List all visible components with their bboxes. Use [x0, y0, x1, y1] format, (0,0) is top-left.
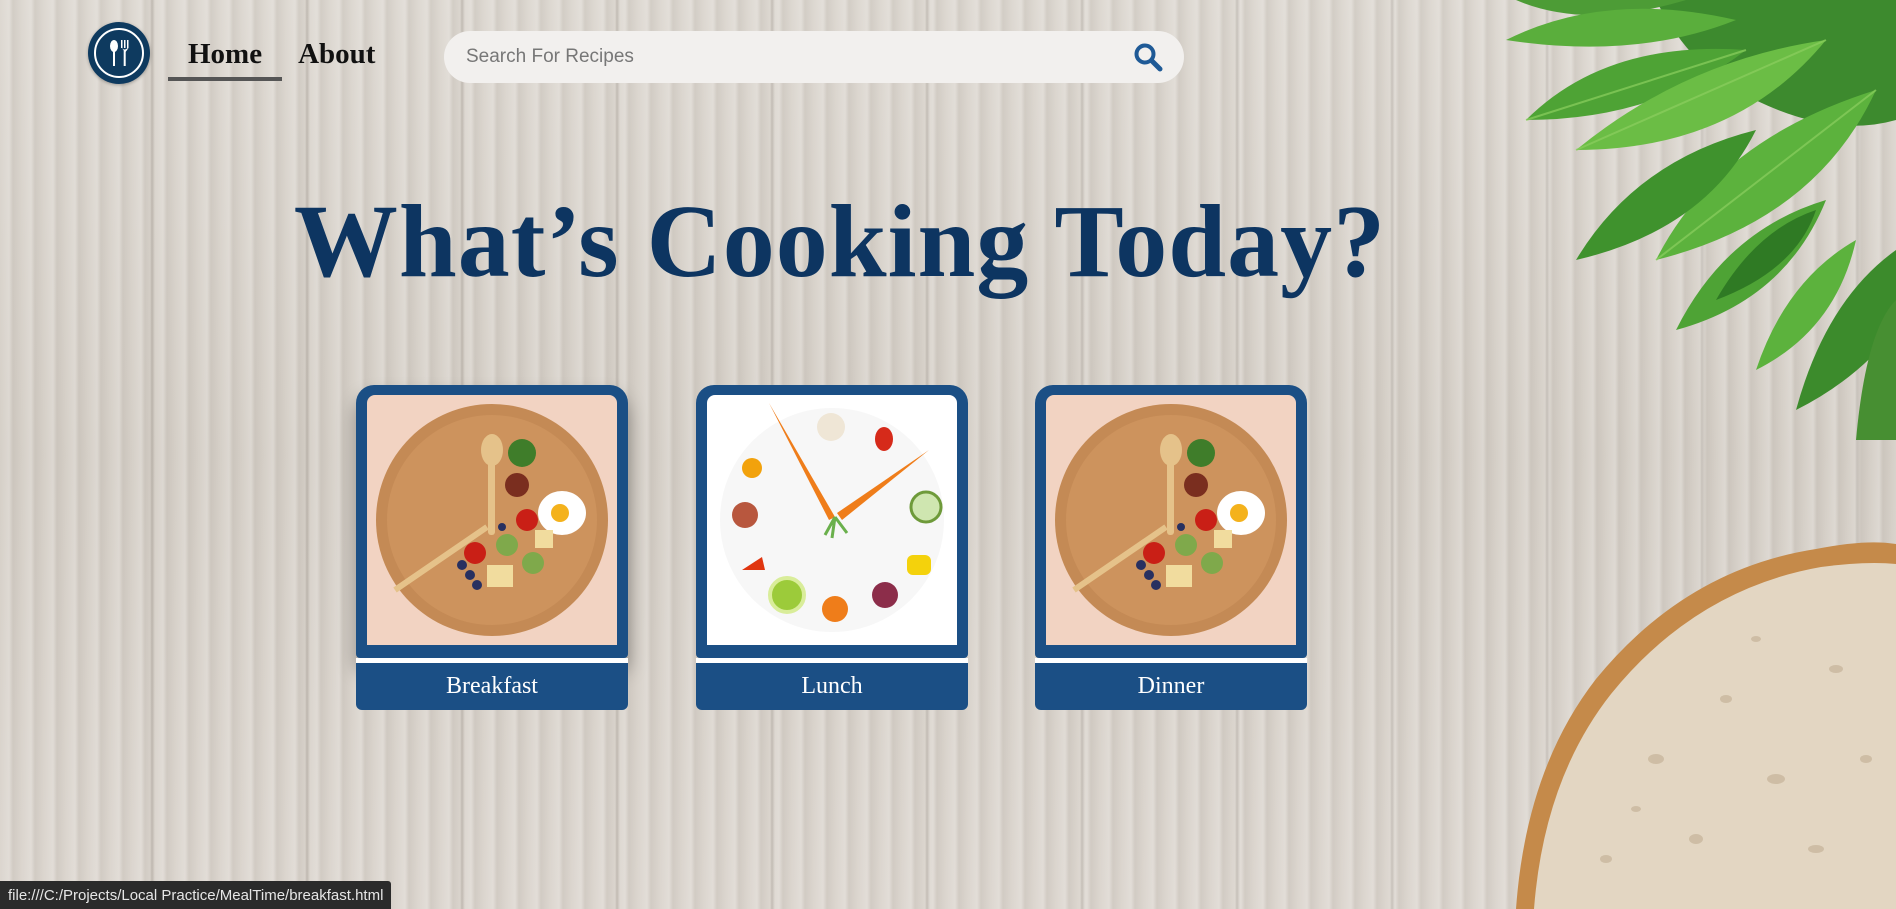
search-bar — [444, 31, 1184, 83]
status-bar-url: file:///C:/Projects/Local Practice/MealT… — [0, 881, 392, 909]
card-lunch[interactable]: Lunch — [696, 385, 968, 710]
card-frame — [1035, 385, 1307, 658]
nav-about-link[interactable]: About — [282, 34, 395, 81]
card-dinner[interactable]: Dinner — [1035, 385, 1307, 710]
search-icon — [1134, 43, 1163, 72]
card-label: Lunch — [696, 663, 968, 710]
search-input[interactable] — [464, 45, 1130, 69]
fork-spoon-icon — [110, 40, 129, 66]
card-breakfast[interactable]: Breakfast — [356, 385, 628, 710]
page-headline: What’s Cooking Today? — [293, 184, 1387, 299]
nav-home-link[interactable]: Home — [168, 34, 283, 81]
site-logo[interactable] — [88, 22, 150, 84]
main-nav: Home About — [168, 34, 395, 81]
bread-decoration — [1516, 542, 1896, 909]
lunch-image — [707, 395, 957, 645]
card-label: Dinner — [1035, 663, 1307, 710]
breakfast-image — [367, 395, 617, 645]
search-button[interactable] — [1130, 39, 1166, 75]
card-label: Breakfast — [356, 663, 628, 710]
card-frame — [356, 385, 628, 658]
card-frame — [696, 385, 968, 658]
dinner-image — [1046, 395, 1296, 645]
